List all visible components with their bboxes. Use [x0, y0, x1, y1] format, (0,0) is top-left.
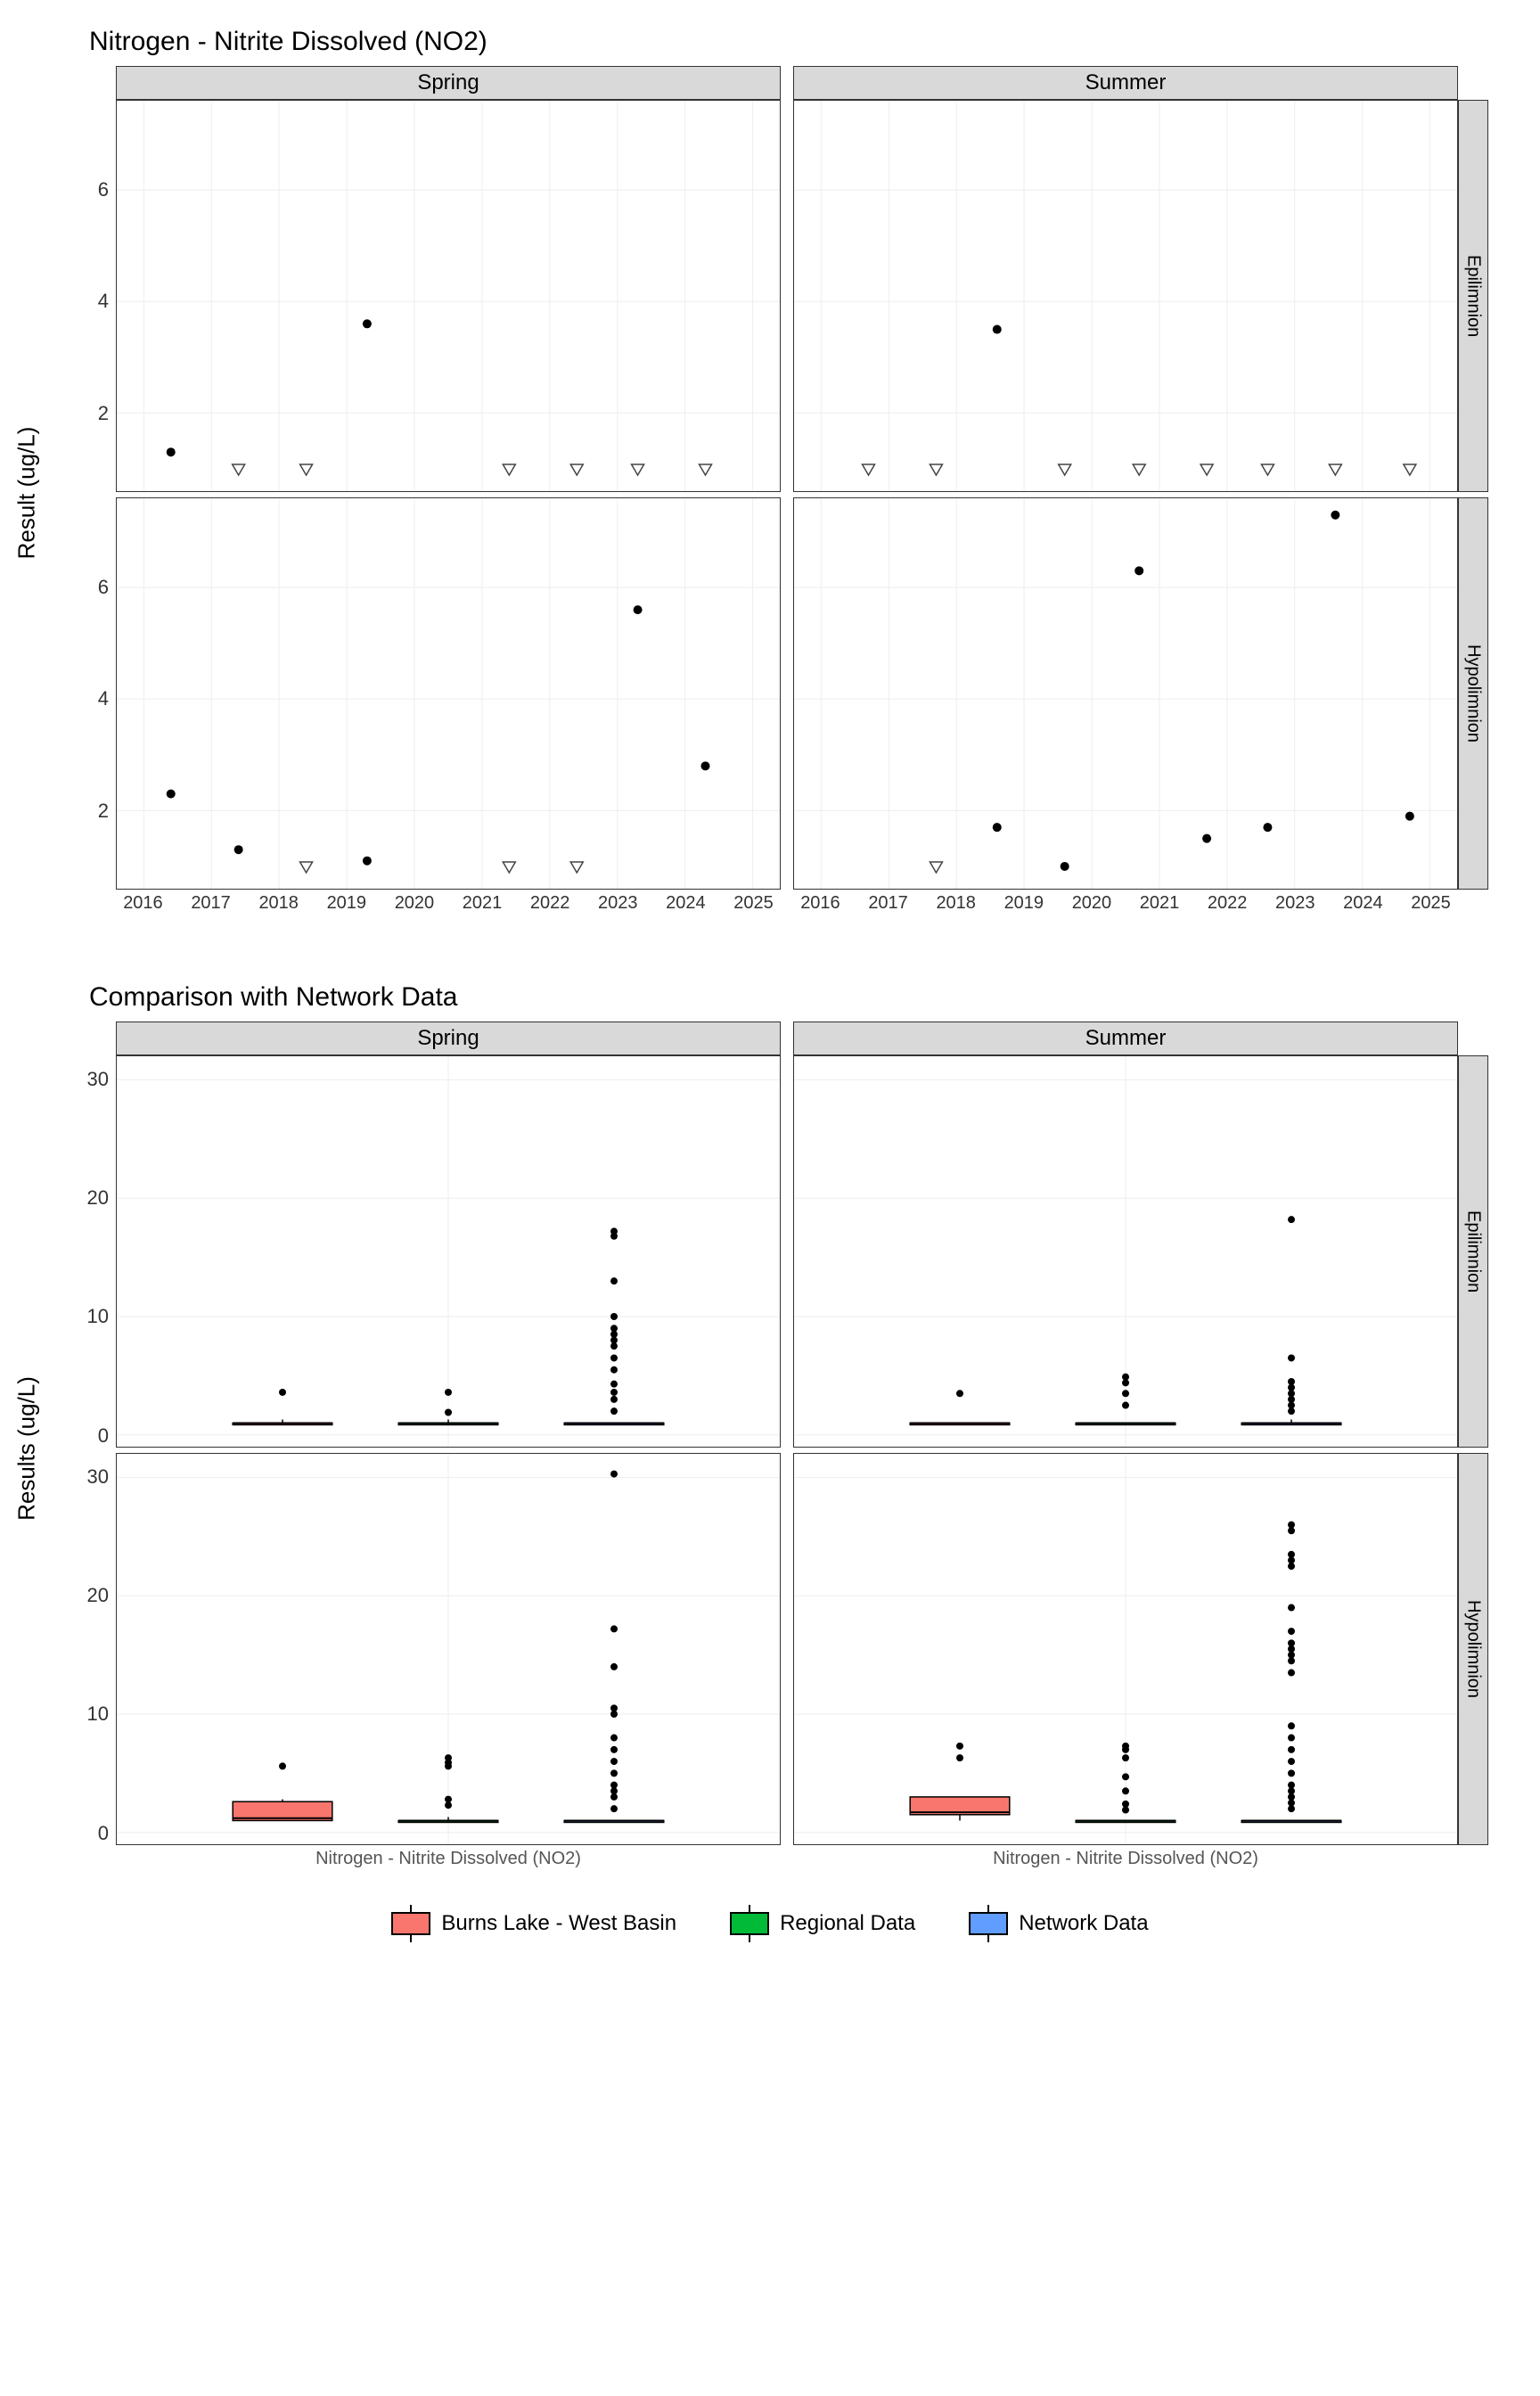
chart1-panel-summer-epi	[793, 100, 1458, 492]
legend: Burns Lake - West Basin Regional Data Ne…	[36, 1911, 1504, 1936]
legend-item-burns: Burns Lake - West Basin	[391, 1911, 676, 1936]
chart2-col-header-spring: Spring	[116, 1022, 781, 1055]
chart1-col-header-summer: Summer	[793, 66, 1458, 100]
legend-label-regional: Regional Data	[780, 1911, 915, 1936]
chart2-panel-summer-hypo	[793, 1453, 1458, 1845]
chart1-ylabel: Result (ug/L)	[13, 427, 41, 560]
chart2-row-label-epi: Epilimnion	[1458, 1055, 1488, 1448]
chart2-title: Comparison with Network Data	[89, 982, 1504, 1013]
chart2-xcat-1: Nitrogen - Nitrite Dissolved (NO2)	[993, 1849, 1258, 1868]
legend-label-network: Network Data	[1019, 1911, 1148, 1936]
chart1-panel-summer-hypo	[793, 497, 1458, 890]
chart2-panel-spring-epi	[116, 1055, 781, 1448]
chart1-facets: Result (ug/L) Spring Summer 246 Epilimni…	[45, 66, 1488, 920]
chart1-panel-spring-epi	[116, 100, 781, 492]
chart1-title: Nitrogen - Nitrite Dissolved (NO2)	[89, 27, 1504, 57]
chart2-panel-summer-epi	[793, 1055, 1458, 1448]
legend-item-regional: Regional Data	[730, 1911, 915, 1936]
legend-key-burns	[391, 1912, 430, 1935]
chart1-row-label-epi: Epilimnion	[1458, 100, 1488, 492]
chart2-panel-spring-hypo	[116, 1453, 781, 1845]
chart1-row-label-hypo: Hypolimnion	[1458, 497, 1488, 890]
chart1-panel-spring-hypo	[116, 497, 781, 890]
chart2-facets: Results (ug/L) Spring Summer 0102030 Epi…	[45, 1022, 1488, 1875]
legend-item-network: Network Data	[969, 1911, 1148, 1936]
chart2-xcat-0: Nitrogen - Nitrite Dissolved (NO2)	[315, 1849, 581, 1868]
legend-key-regional	[730, 1912, 769, 1935]
legend-label-burns: Burns Lake - West Basin	[441, 1911, 676, 1936]
legend-key-network	[969, 1912, 1008, 1935]
chart2-ylabel: Results (ug/L)	[13, 1376, 41, 1521]
chart2-col-header-summer: Summer	[793, 1022, 1458, 1055]
chart2-row-label-hypo: Hypolimnion	[1458, 1453, 1488, 1845]
chart1-col-header-spring: Spring	[116, 66, 781, 100]
